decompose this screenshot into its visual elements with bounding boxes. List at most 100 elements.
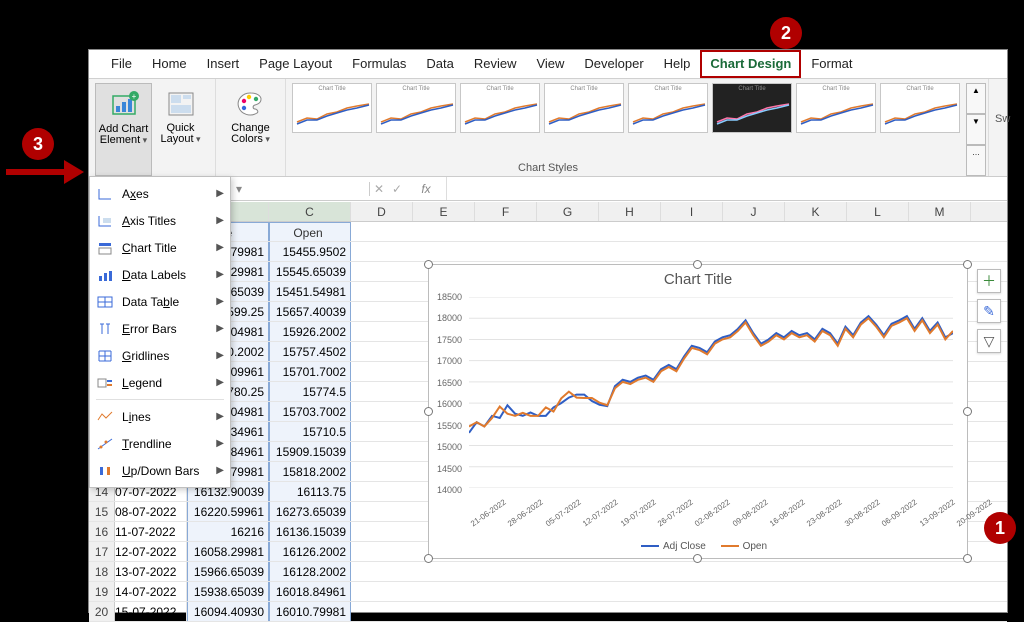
cell[interactable]: 16220.59961 <box>187 502 269 521</box>
chart-style-thumb[interactable]: Chart Title <box>880 83 960 133</box>
tab-insert[interactable]: Insert <box>197 50 250 78</box>
tab-view[interactable]: View <box>526 50 574 78</box>
resize-handle[interactable] <box>963 407 972 416</box>
menu-gridlines[interactable]: Gridlines▶ <box>90 342 230 369</box>
column-header[interactable]: D <box>351 202 413 221</box>
row-header[interactable]: 16 <box>89 522 115 541</box>
cell[interactable]: 15818.2002 <box>269 462 351 481</box>
chart-style-thumb[interactable]: Chart Title <box>376 83 456 133</box>
menu-updown[interactable]: Up/Down Bars▶ <box>90 457 230 484</box>
menu-legend[interactable]: Legend▶ <box>90 369 230 396</box>
column-header[interactable]: G <box>537 202 599 221</box>
tab-chart-design[interactable]: Chart Design <box>700 50 801 78</box>
cell[interactable]: 15710.5 <box>269 422 351 441</box>
cell[interactable]: 15774.5 <box>269 382 351 401</box>
cell[interactable]: 15701.7002 <box>269 362 351 381</box>
cancel-icon[interactable]: ✕ <box>370 182 388 196</box>
cell[interactable]: 15966.65039 <box>187 562 269 581</box>
row-header[interactable]: 18 <box>89 562 115 581</box>
chart-elements-button[interactable]: ＋ <box>977 269 1001 293</box>
menu-axes[interactable]: Axes▶ <box>90 180 230 207</box>
tab-file[interactable]: File <box>101 50 142 78</box>
menu-lines[interactable]: Lines▶ <box>90 403 230 430</box>
row-header[interactable]: 17 <box>89 542 115 561</box>
column-header[interactable]: C <box>269 202 351 221</box>
column-header[interactable]: J <box>723 202 785 221</box>
tab-page-layout[interactable]: Page Layout <box>249 50 342 78</box>
column-header[interactable]: M <box>909 202 971 221</box>
cell[interactable]: 16113.75 <box>269 482 351 501</box>
menu-axis-titles[interactable]: Axis Titles▶ <box>90 207 230 234</box>
tab-data[interactable]: Data <box>416 50 463 78</box>
chart-style-thumb[interactable]: Chart Title <box>628 83 708 133</box>
chart-style-thumb[interactable]: Chart Title <box>544 83 624 133</box>
row-header[interactable]: 19 <box>89 582 115 601</box>
cell[interactable]: 15909.15039 <box>269 442 351 461</box>
cell[interactable]: 15657.40039 <box>269 302 351 321</box>
chart-style-thumb[interactable]: Chart Title <box>712 83 792 133</box>
tab-formulas[interactable]: Formulas <box>342 50 416 78</box>
column-header[interactable]: F <box>475 202 537 221</box>
cell[interactable]: 15938.65039 <box>187 582 269 601</box>
cell[interactable]: 15451.54981 <box>269 282 351 301</box>
column-header[interactable]: I <box>661 202 723 221</box>
menu-trendline[interactable]: Trendline▶ <box>90 430 230 457</box>
embedded-chart[interactable]: Chart Title 1400014500150001550016000165… <box>428 264 968 559</box>
column-header[interactable]: K <box>785 202 847 221</box>
resize-handle[interactable] <box>424 260 433 269</box>
cell[interactable]: Open <box>269 222 351 241</box>
resize-handle[interactable] <box>963 260 972 269</box>
cell[interactable]: 15757.4502 <box>269 342 351 361</box>
resize-handle[interactable] <box>693 260 702 269</box>
cell[interactable]: 16010.79981 <box>269 602 351 621</box>
cell[interactable]: 15926.2002 <box>269 322 351 341</box>
cell[interactable]: 16128.2002 <box>269 562 351 581</box>
menu-data-table[interactable]: Data Table▶ <box>90 288 230 315</box>
column-header[interactable]: E <box>413 202 475 221</box>
gallery-scroll[interactable]: ▲ <box>966 83 986 114</box>
cell[interactable]: 16018.84961 <box>269 582 351 601</box>
chart-style-thumb[interactable]: Chart Title <box>796 83 876 133</box>
chart-plot-area[interactable] <box>469 297 953 488</box>
tab-home[interactable]: Home <box>142 50 197 78</box>
resize-handle[interactable] <box>963 554 972 563</box>
cell[interactable]: 16216 <box>187 522 269 541</box>
menu-data-labels[interactable]: Data Labels▶ <box>90 261 230 288</box>
cell[interactable]: 16058.29981 <box>187 542 269 561</box>
gallery-scroll[interactable]: ▼ <box>966 114 986 145</box>
cell[interactable]: 16094.40930 <box>187 602 269 621</box>
cell[interactable]: 11-07-2022 <box>115 522 187 541</box>
cell[interactable]: 15703.7002 <box>269 402 351 421</box>
resize-handle[interactable] <box>693 554 702 563</box>
menu-error-bars[interactable]: Error Bars▶ <box>90 315 230 342</box>
formula-input[interactable] <box>446 177 1007 200</box>
tab-developer[interactable]: Developer <box>574 50 653 78</box>
check-icon[interactable]: ✓ <box>388 182 406 196</box>
cell[interactable]: 16136.15039 <box>269 522 351 541</box>
name-box[interactable]: ▾ <box>230 182 370 196</box>
chart-style-thumb[interactable]: Chart Title <box>292 83 372 133</box>
chart-legend[interactable]: Adj Close Open <box>429 541 967 552</box>
tab-help[interactable]: Help <box>654 50 701 78</box>
column-header[interactable]: L <box>847 202 909 221</box>
menu-chart-title[interactable]: Chart Title▶ <box>90 234 230 261</box>
cell[interactable]: 13-07-2022 <box>115 562 187 581</box>
cell[interactable]: 15455.9502 <box>269 242 351 261</box>
tab-review[interactable]: Review <box>464 50 527 78</box>
fx-icon[interactable]: fx <box>406 182 446 196</box>
chart-filter-button[interactable]: ▽ <box>977 329 1001 353</box>
resize-handle[interactable] <box>424 407 433 416</box>
cell[interactable]: 15545.65039 <box>269 262 351 281</box>
cell[interactable]: 08-07-2022 <box>115 502 187 521</box>
cell[interactable]: 16273.65039 <box>269 502 351 521</box>
tab-format[interactable]: Format <box>801 50 862 78</box>
cell[interactable]: 14-07-2022 <box>115 582 187 601</box>
chart-styles-button[interactable]: ✎ <box>977 299 1001 323</box>
cell[interactable]: 12-07-2022 <box>115 542 187 561</box>
row-header[interactable]: 15 <box>89 502 115 521</box>
resize-handle[interactable] <box>424 554 433 563</box>
cell[interactable]: 15-07-2022 <box>115 602 187 621</box>
row-header[interactable]: 20 <box>89 602 115 621</box>
chart-style-thumb[interactable]: Chart Title <box>460 83 540 133</box>
cell[interactable]: 16126.2002 <box>269 542 351 561</box>
